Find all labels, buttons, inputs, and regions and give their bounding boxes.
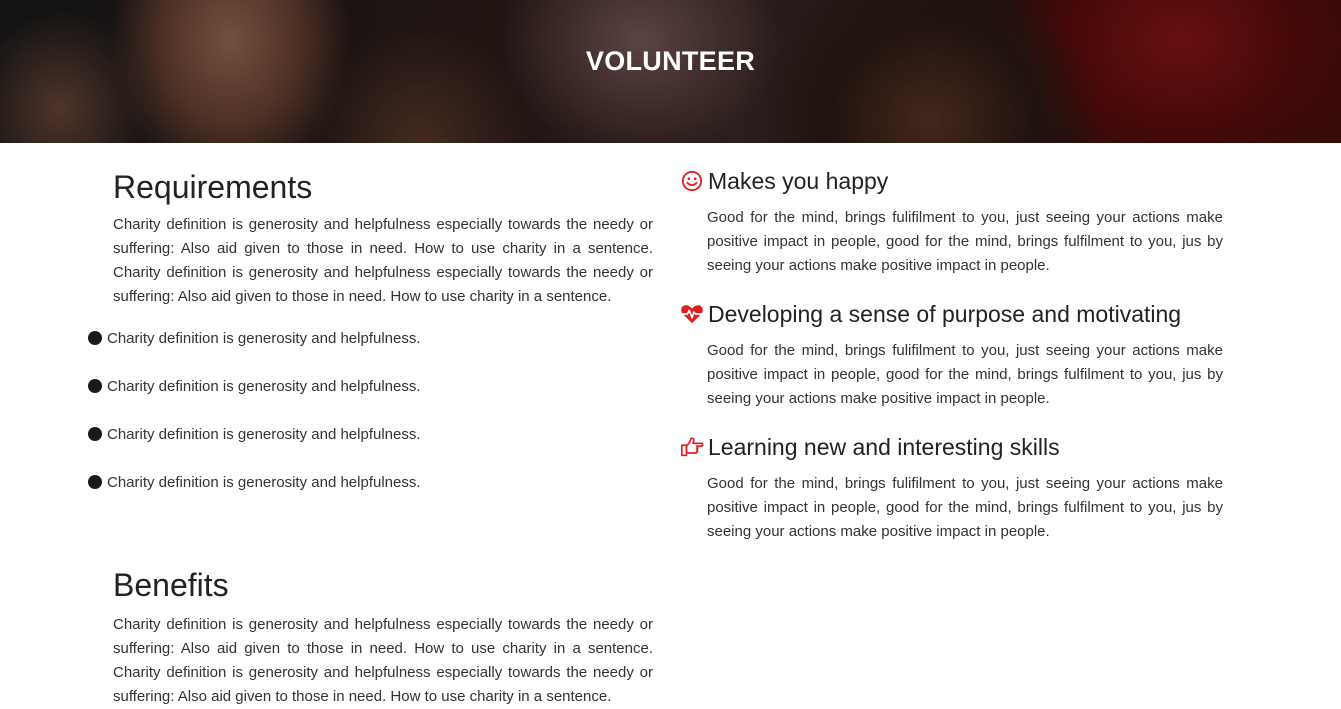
bullet-icon bbox=[88, 379, 102, 393]
benefit-title: Learning new and interesting skills bbox=[708, 433, 1060, 460]
requirements-heading: Requirements bbox=[113, 169, 313, 205]
benefit-text: Good for the mind, brings fulifilment to… bbox=[707, 342, 1223, 407]
hand-pointing-icon bbox=[680, 435, 704, 459]
benefit-item-skills: Learning new and interesting skills Good… bbox=[680, 430, 1225, 544]
benefit-text: Good for the mind, brings fulifilment to… bbox=[707, 475, 1223, 540]
smile-icon bbox=[680, 169, 704, 193]
requirements-list: Charity definition is generosity and hel… bbox=[88, 326, 421, 518]
list-item-text: Charity definition is generosity and hel… bbox=[107, 329, 421, 347]
list-item: Charity definition is generosity and hel… bbox=[88, 326, 421, 350]
list-item: Charity definition is generosity and hel… bbox=[88, 374, 421, 398]
list-item-text: Charity definition is generosity and hel… bbox=[107, 377, 421, 395]
bullet-icon bbox=[88, 427, 102, 441]
benefits-section: Benefits Charity definition is generosit… bbox=[113, 563, 653, 709]
benefits-heading: Benefits bbox=[113, 567, 229, 603]
list-item-text: Charity definition is generosity and hel… bbox=[107, 473, 421, 491]
list-item-text: Charity definition is generosity and hel… bbox=[107, 425, 421, 443]
bullet-icon bbox=[88, 331, 102, 345]
list-item: Charity definition is generosity and hel… bbox=[88, 422, 421, 446]
bullet-icon bbox=[88, 475, 102, 489]
page-title: VOLUNTEER bbox=[585, 46, 756, 76]
benefit-item-happy: Makes you happy Good for the mind, bring… bbox=[680, 164, 1225, 278]
list-item: Charity definition is generosity and hel… bbox=[88, 470, 421, 494]
heartbeat-icon bbox=[680, 302, 704, 326]
benefits-text: Charity definition is generosity and hel… bbox=[113, 616, 653, 705]
hero-banner: VOLUNTEER bbox=[0, 0, 1341, 143]
requirements-text: Charity definition is generosity and hel… bbox=[113, 216, 653, 305]
benefit-text: Good for the mind, brings fulifilment to… bbox=[707, 209, 1223, 274]
benefit-title: Developing a sense of purpose and motiva… bbox=[708, 300, 1182, 327]
benefit-item-purpose: Developing a sense of purpose and motiva… bbox=[680, 297, 1225, 411]
benefit-title: Makes you happy bbox=[708, 167, 889, 194]
requirements-section: Requirements Charity definition is gener… bbox=[113, 165, 653, 309]
